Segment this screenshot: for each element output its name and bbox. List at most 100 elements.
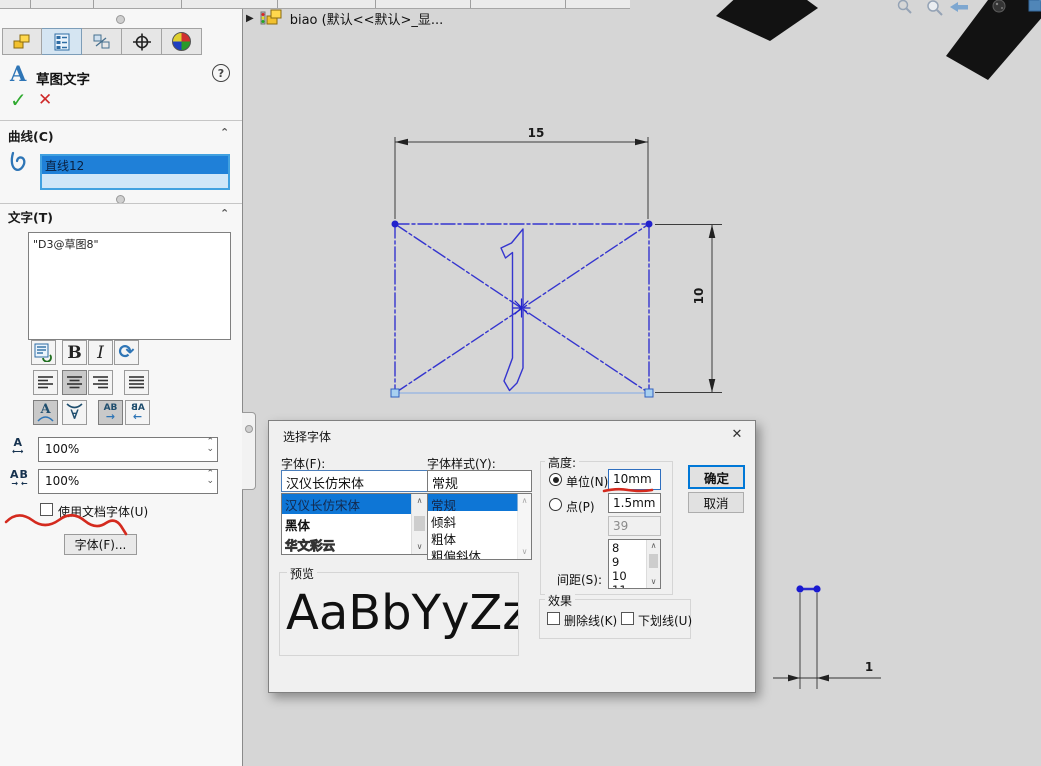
size-list-scrollbar[interactable]: ∧ ∨ bbox=[646, 540, 660, 588]
font-style-list[interactable]: 常规 倾斜 粗体 粗偏斜体 ∧ ∨ bbox=[427, 493, 532, 560]
spinner-arrows[interactable]: ⌃ ⌄ bbox=[206, 471, 214, 485]
part-name-label[interactable]: biao (默认<<默认>_显... bbox=[290, 9, 444, 28]
scroll-down-icon[interactable]: ∨ bbox=[412, 543, 427, 551]
font-name-input[interactable]: 汉仪长仿宋体 bbox=[281, 470, 428, 492]
command-manager-tabs-clipped[interactable] bbox=[0, 0, 630, 9]
curve-group-header[interactable]: 曲线(C) bbox=[8, 126, 54, 145]
vertical-curve-up-button[interactable]: A bbox=[33, 400, 58, 425]
style-list-item[interactable]: 粗体 bbox=[428, 528, 531, 545]
curve-selection-list[interactable]: 直线12 bbox=[40, 154, 230, 190]
dimension-small-1[interactable]: 1 bbox=[773, 660, 881, 681]
font-style-input[interactable]: 常规 bbox=[427, 470, 532, 492]
zoom-fit-icon[interactable] bbox=[899, 1, 912, 14]
spin-down-icon[interactable]: ⌄ bbox=[206, 478, 214, 485]
text-direction-left-button[interactable]: AB ← bbox=[125, 400, 150, 425]
text-direction-right-button[interactable]: AB → bbox=[98, 400, 123, 425]
appearance-sphere-icon[interactable] bbox=[993, 0, 1005, 12]
zoom-area-icon[interactable] bbox=[928, 1, 942, 15]
vertex-point-square[interactable] bbox=[645, 389, 653, 397]
part-icon bbox=[12, 33, 32, 51]
units-radio[interactable] bbox=[549, 473, 562, 486]
cancel-x-button[interactable]: ✕ bbox=[38, 92, 52, 109]
flyout-expand-arrow-icon[interactable]: ▶ bbox=[246, 13, 254, 24]
scroll-up-icon[interactable]: ∧ bbox=[412, 497, 427, 505]
vertical-flip-button[interactable]: ∀ bbox=[62, 400, 87, 425]
underline-label[interactable]: 下划线(U) bbox=[638, 612, 692, 629]
dimension-width-15[interactable]: 15 bbox=[395, 126, 648, 219]
align-left-button[interactable] bbox=[33, 370, 58, 395]
use-document-font-label[interactable]: 使用文档字体(U) bbox=[58, 503, 148, 520]
panel-splitter-handle[interactable] bbox=[116, 15, 125, 24]
strikeout-checkbox[interactable] bbox=[547, 612, 560, 625]
style-list-item[interactable]: 倾斜 bbox=[428, 511, 531, 528]
ok-check-button[interactable]: ✓ bbox=[10, 90, 27, 110]
align-right-button[interactable] bbox=[88, 370, 113, 395]
scrollbar-thumb[interactable] bbox=[414, 516, 425, 531]
curve-up-a-icon: A bbox=[40, 403, 50, 416]
chevron-up-icon[interactable]: ⌃ bbox=[220, 126, 229, 139]
use-document-font-checkbox[interactable] bbox=[40, 503, 53, 516]
height-units-field[interactable]: 10mm bbox=[608, 469, 661, 490]
vertex-point-square[interactable] bbox=[391, 389, 399, 397]
rotate-text-button[interactable]: ⟳ bbox=[114, 340, 139, 365]
align-center-button[interactable] bbox=[62, 370, 87, 395]
panel-collapse-tab[interactable] bbox=[242, 412, 256, 490]
small-sketch-line[interactable] bbox=[796, 585, 820, 689]
spin-down-icon[interactable]: ⌄ bbox=[206, 446, 214, 453]
previous-view-icon[interactable] bbox=[950, 2, 968, 12]
cancel-button[interactable]: 取消 bbox=[688, 492, 744, 513]
scroll-up-icon[interactable]: ∧ bbox=[647, 542, 660, 550]
bold-button[interactable]: B bbox=[62, 340, 87, 365]
points-radio[interactable] bbox=[549, 498, 562, 511]
strikeout-label[interactable]: 删除线(K) bbox=[564, 612, 617, 629]
underline-checkbox[interactable] bbox=[621, 612, 634, 625]
flyout-feature-tree[interactable]: ▶ biao (默认<<默认>_显... bbox=[246, 8, 443, 28]
tab-displaymanager[interactable] bbox=[162, 28, 202, 55]
dialog-close-button[interactable]: ✕ bbox=[725, 425, 749, 443]
curve-list-item-selected[interactable]: 直线12 bbox=[42, 156, 228, 174]
units-radio-label[interactable]: 单位(N) bbox=[566, 473, 608, 490]
vertex-point[interactable] bbox=[392, 221, 399, 228]
tab-featuremanager[interactable] bbox=[2, 28, 42, 55]
help-icon[interactable]: ? bbox=[212, 64, 230, 82]
center-point-star[interactable] bbox=[513, 299, 530, 317]
sketch-text-input[interactable]: "D3@草图8" bbox=[28, 232, 231, 340]
link-to-property-icon bbox=[34, 343, 53, 362]
font-dialog-button[interactable]: 字体(F)... bbox=[64, 534, 137, 555]
text-group-header[interactable]: 文字(T) bbox=[8, 207, 53, 226]
chevron-up-icon[interactable]: ⌃ bbox=[220, 207, 229, 220]
width-factor-field[interactable]: 100% ⌃ ⌄ bbox=[38, 437, 218, 462]
font-name-list[interactable]: 汉仪长仿宋体 黑体 华文彩云 ∧ ∨ bbox=[281, 493, 428, 555]
font-list-item-selected[interactable]: 汉仪长仿宋体 bbox=[282, 494, 412, 514]
model-body-black-right[interactable] bbox=[946, 0, 1041, 80]
tab-dimxpert[interactable] bbox=[122, 28, 162, 55]
italic-button[interactable]: I bbox=[88, 340, 113, 365]
tab-separator bbox=[277, 0, 278, 8]
height-points-field[interactable]: 1.5mm bbox=[608, 493, 661, 513]
style-list-item[interactable]: 粗偏斜体 bbox=[428, 545, 531, 560]
dialog-title[interactable]: 选择字体 bbox=[283, 428, 331, 445]
ok-button[interactable]: 确定 bbox=[688, 465, 745, 489]
spinner-arrows[interactable]: ⌃ ⌄ bbox=[206, 439, 214, 453]
spacing-field[interactable]: 100% ⌃ ⌄ bbox=[38, 469, 218, 494]
font-list-item[interactable]: 黑体 bbox=[282, 514, 427, 534]
point-size-list[interactable]: 8 9 10 11 ∧ ∨ bbox=[608, 539, 661, 589]
small-sketch-point[interactable] bbox=[796, 585, 803, 592]
scrollbar-thumb[interactable] bbox=[649, 554, 658, 568]
tab-configurationmanager-dim[interactable] bbox=[82, 28, 122, 55]
tab-propertymanager[interactable] bbox=[42, 28, 82, 55]
font-list-item[interactable]: 华文彩云 bbox=[282, 534, 427, 554]
dimension-height-10[interactable]: 10 bbox=[655, 225, 722, 393]
vertex-point[interactable] bbox=[646, 221, 653, 228]
style-list-scrollbar[interactable]: ∧ ∨ bbox=[517, 494, 531, 559]
small-sketch-point[interactable] bbox=[813, 585, 820, 592]
justify-button[interactable] bbox=[124, 370, 149, 395]
sketch-text-box[interactable] bbox=[391, 221, 653, 398]
view-settings-icon[interactable] bbox=[1029, 0, 1041, 11]
link-to-property-button[interactable] bbox=[31, 340, 56, 365]
model-body-black-left[interactable] bbox=[716, 0, 818, 41]
style-list-item-selected[interactable]: 常规 bbox=[428, 494, 518, 511]
font-list-scrollbar[interactable]: ∧ ∨ bbox=[411, 494, 427, 554]
points-radio-label[interactable]: 点(P) bbox=[566, 498, 595, 515]
scroll-down-icon[interactable]: ∨ bbox=[647, 578, 660, 586]
